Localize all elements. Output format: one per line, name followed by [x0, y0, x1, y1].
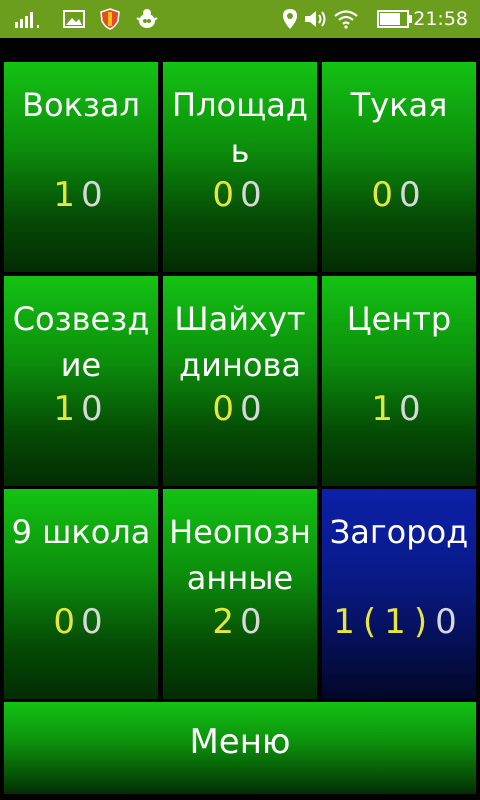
tile-name: 9 школа: [11, 513, 151, 551]
count-total: 0: [435, 602, 465, 642]
count-total: 0: [399, 175, 427, 215]
tile-name: Центр: [346, 300, 452, 338]
count-active: 1: [371, 389, 399, 429]
tile-counts: 1(1)0: [322, 599, 476, 645]
tile-neopoznannye[interactable]: Неопознанные 20: [163, 489, 317, 699]
count-total: 0: [399, 389, 427, 429]
count-total: 0: [240, 389, 268, 429]
tile-counts: 10: [322, 386, 476, 432]
tile-shaykhutdinova[interactable]: Шайхутдинова 00: [163, 276, 317, 486]
bug-icon: [134, 0, 160, 38]
tile-tsentr[interactable]: Центр 10: [322, 276, 476, 486]
count-active: 0: [53, 602, 81, 642]
volume-icon: [304, 0, 328, 38]
count-active: 1: [53, 389, 81, 429]
count-active: 1: [53, 175, 81, 215]
count-active: 0: [371, 175, 399, 215]
tile-ploshchad[interactable]: Площадь 00: [163, 62, 317, 272]
status-time: 21:58: [413, 8, 468, 30]
count-paren-open: (: [362, 602, 385, 642]
tile-9-shkola[interactable]: 9 школа 00: [4, 489, 158, 699]
tile-name: Тукая: [350, 86, 448, 124]
count-extra: 1: [384, 602, 414, 642]
status-bar: 21:58: [0, 0, 480, 38]
count-total: 0: [81, 175, 109, 215]
count-active: 2: [212, 602, 240, 642]
tile-name: Шайхутдинова: [174, 300, 306, 384]
image-icon: [62, 0, 86, 38]
count-total: 0: [240, 602, 268, 642]
tile-counts: 00: [163, 172, 317, 218]
tile-counts: 10: [4, 172, 158, 218]
tile-counts: 00: [4, 599, 158, 645]
tile-sozvezdie[interactable]: Созвездие 10: [4, 276, 158, 486]
tile-name: Площадь: [172, 86, 308, 170]
tile-vokzal[interactable]: Вокзал 10: [4, 62, 158, 272]
location-icon: [280, 0, 300, 38]
tile-counts: 10: [4, 386, 158, 432]
count-total: 0: [240, 175, 268, 215]
tile-zagorod[interactable]: Загород 1(1)0: [322, 489, 476, 699]
count-active: 1: [333, 602, 363, 642]
tile-name: Вокзал: [22, 86, 140, 124]
count-total: 0: [81, 602, 109, 642]
count-active: 0: [212, 175, 240, 215]
count-total: 0: [81, 389, 109, 429]
tile-counts: 00: [163, 386, 317, 432]
tile-name: Неопознанные: [169, 513, 311, 597]
battery-icon: [376, 0, 414, 38]
signal-icon: [14, 0, 44, 38]
count-paren-close: ): [413, 602, 436, 642]
tile-name: Загород: [329, 513, 469, 551]
tile-counts: 00: [322, 172, 476, 218]
wifi-icon: [332, 0, 360, 38]
tile-counts: 20: [163, 599, 317, 645]
menu-button[interactable]: Меню: [4, 702, 476, 794]
shield-icon: [98, 0, 122, 38]
tile-name: Созвездие: [12, 300, 150, 384]
tile-tukaya[interactable]: Тукая 00: [322, 62, 476, 272]
count-active: 0: [212, 389, 240, 429]
